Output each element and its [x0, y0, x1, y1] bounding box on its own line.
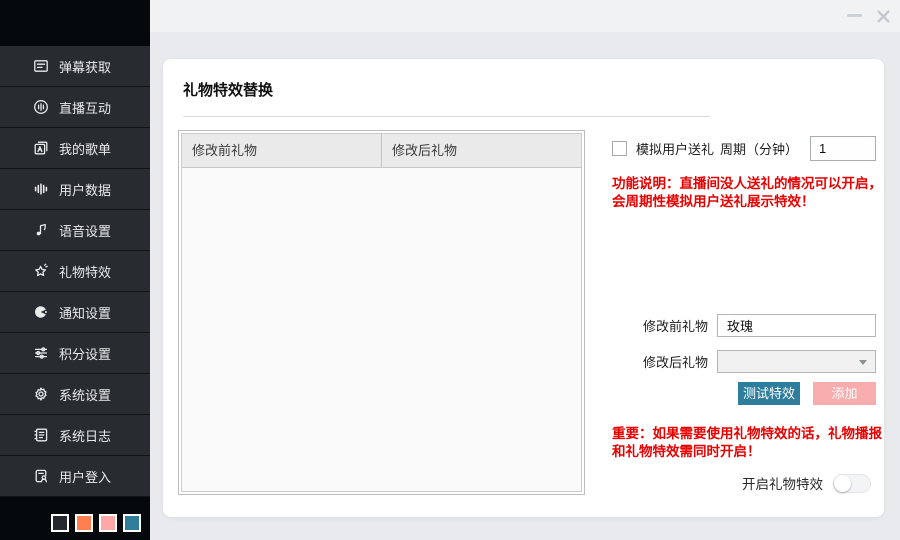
table-header-before-gift: 修改前礼物	[182, 134, 382, 167]
content-card: 礼物特效替换 修改前礼物 修改后礼物 模拟用户送礼 周期（分钟） 功能说明：直播…	[163, 59, 884, 517]
before-gift-input[interactable]	[717, 314, 876, 337]
after-gift-row: 修改后礼物	[612, 350, 876, 373]
sidebar-item-label: 直播互动	[59, 98, 111, 117]
sidebar-item-label: 用户数据	[59, 180, 111, 199]
sidebar-item-user-data[interactable]: 用户数据	[0, 169, 150, 210]
main-page: 礼物特效替换 修改前礼物 修改后礼物 模拟用户送礼 周期（分钟） 功能说明：直播…	[150, 32, 900, 540]
sidebar-item-points-settings[interactable]: 积分设置	[0, 333, 150, 374]
table-body[interactable]	[182, 168, 581, 491]
sidebar: 弹幕获取 直播互动 我的歌单 用户数据 语音设置	[0, 0, 150, 540]
sidebar-item-my-playlist[interactable]: 我的歌单	[0, 128, 150, 169]
after-gift-label: 修改后礼物	[643, 352, 717, 371]
voice-settings-icon	[32, 221, 50, 239]
important-note: 重要：如果需要使用礼物特效的话，礼物播报和礼物特效需同时开启！	[612, 425, 888, 460]
user-login-icon	[32, 467, 50, 485]
page-title: 礼物特效替换	[183, 79, 273, 100]
table-header-row: 修改前礼物 修改后礼物	[182, 134, 581, 168]
sidebar-item-gift-effects[interactable]: 礼物特效	[0, 251, 150, 292]
title-divider	[183, 116, 710, 117]
period-label: 周期（分钟）	[720, 139, 798, 158]
points-settings-icon	[32, 344, 50, 362]
sidebar-item-label: 系统日志	[59, 426, 111, 445]
window-titlebar	[150, 0, 900, 32]
sidebar-item-user-login[interactable]: 用户登入	[0, 456, 150, 497]
notification-settings-icon	[32, 303, 50, 321]
chevron-down-icon	[859, 360, 867, 365]
sidebar-item-label: 我的歌单	[59, 139, 111, 158]
system-log-icon	[32, 426, 50, 444]
sidebar-header	[0, 0, 150, 46]
sidebar-item-label: 积分设置	[59, 344, 111, 363]
theme-swatch-dark[interactable]	[51, 514, 69, 532]
danmaku-list-icon	[32, 57, 50, 75]
system-settings-icon	[32, 385, 50, 403]
sidebar-item-system-log[interactable]: 系统日志	[0, 415, 150, 456]
enable-gift-effect-label: 开启礼物特效	[742, 473, 823, 493]
simulate-gift-row: 模拟用户送礼 周期（分钟）	[612, 136, 876, 161]
after-gift-select[interactable]	[717, 350, 876, 373]
sidebar-item-label: 用户登入	[59, 467, 111, 486]
gift-effect-toggle[interactable]	[833, 474, 871, 493]
before-gift-row: 修改前礼物	[612, 314, 876, 337]
action-buttons-row: 测试特效 添加	[612, 382, 876, 405]
function-note: 功能说明：直播间没人送礼的情况可以开启，会周期性模拟用户送礼展示特效！	[612, 175, 888, 210]
theme-swatch-pink[interactable]	[99, 514, 117, 532]
sidebar-item-label: 礼物特效	[59, 262, 111, 281]
sidebar-item-label: 语音设置	[59, 221, 111, 240]
add-button[interactable]: 添加	[813, 382, 876, 405]
table-header-after-gift: 修改后礼物	[382, 134, 581, 167]
sidebar-item-label: 通知设置	[59, 303, 111, 322]
minimize-icon[interactable]	[847, 14, 862, 17]
toggle-knob	[834, 475, 851, 492]
simulate-gift-checkbox[interactable]	[612, 141, 627, 156]
sidebar-item-label: 系统设置	[59, 385, 111, 404]
theme-swatches	[51, 514, 141, 532]
sidebar-item-danmaku-fetch[interactable]: 弹幕获取	[0, 46, 150, 87]
my-playlist-icon	[32, 139, 50, 157]
close-icon[interactable]	[876, 9, 891, 24]
theme-swatch-orange[interactable]	[75, 514, 93, 532]
sidebar-item-voice-settings[interactable]: 语音设置	[0, 210, 150, 251]
sidebar-item-label: 弹幕获取	[59, 57, 111, 76]
enable-gift-effect-row: 开启礼物特效	[612, 473, 871, 493]
simulate-gift-label: 模拟用户送礼	[636, 139, 714, 158]
live-interaction-icon	[32, 98, 50, 116]
sidebar-item-notification-settings[interactable]: 通知设置	[0, 292, 150, 333]
test-effect-button[interactable]: 测试特效	[738, 382, 800, 405]
before-gift-label: 修改前礼物	[643, 316, 717, 335]
period-input[interactable]	[810, 136, 876, 161]
gift-table-inner: 修改前礼物 修改后礼物	[181, 133, 582, 492]
sidebar-item-live-interaction[interactable]: 直播互动	[0, 87, 150, 128]
gift-effects-icon	[32, 262, 50, 280]
sidebar-item-system-settings[interactable]: 系统设置	[0, 374, 150, 415]
gift-replacement-table: 修改前礼物 修改后礼物	[178, 130, 585, 495]
theme-swatch-teal[interactable]	[123, 514, 141, 532]
user-data-icon	[32, 180, 50, 198]
